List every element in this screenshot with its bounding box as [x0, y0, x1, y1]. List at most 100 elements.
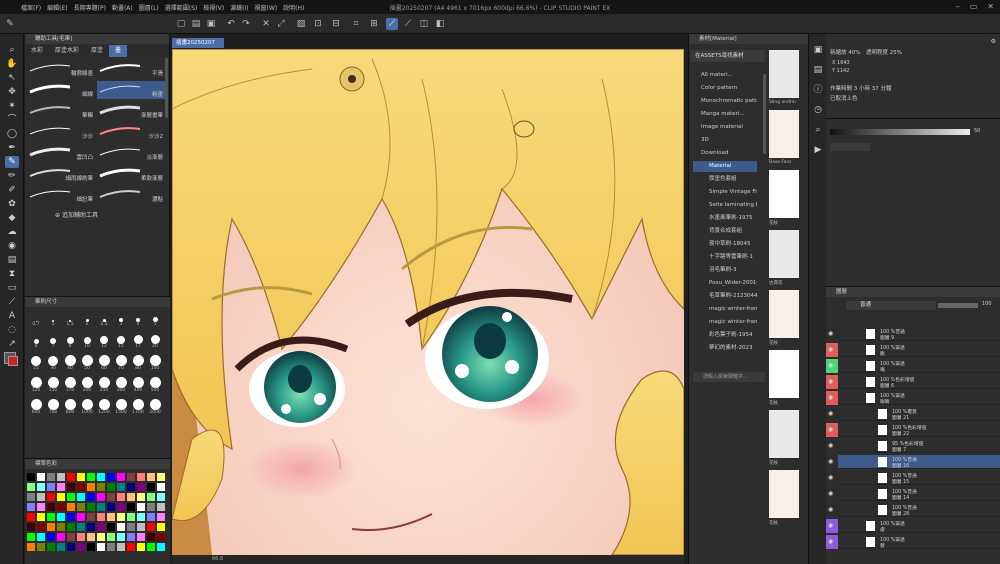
- color-swatch[interactable]: [117, 493, 125, 501]
- color-swatch[interactable]: [87, 543, 95, 551]
- brush-item[interactable]: 沙沙2: [97, 123, 165, 141]
- layer-row[interactable]: ◉ 100 %色彩增值 圖層 6: [826, 375, 1000, 389]
- color-swatch[interactable]: [157, 523, 165, 531]
- hand-icon[interactable]: ✋: [5, 58, 19, 70]
- material-tree-scrollbar[interactable]: [763, 74, 766, 154]
- brush-size-item[interactable]: 300: [113, 377, 129, 395]
- transform-icon[interactable]: ⤢: [275, 18, 287, 30]
- color-swatch[interactable]: [107, 473, 115, 481]
- color-swatch[interactable]: [47, 523, 55, 531]
- color-swatch[interactable]: [87, 503, 95, 511]
- color-swatch[interactable]: [127, 533, 135, 541]
- color-swatch[interactable]: [117, 523, 125, 531]
- brush-item[interactable]: 平滑: [97, 60, 165, 78]
- color-swatch[interactable]: [77, 513, 85, 521]
- brush-size-item[interactable]: 60: [96, 355, 112, 373]
- color-swatch[interactable]: [57, 503, 65, 511]
- text-icon[interactable]: A: [5, 310, 19, 322]
- material-tree-item[interactable]: magic winter-frame2: [693, 317, 757, 328]
- material-tree-item[interactable]: All materi...: [693, 70, 757, 81]
- color-swatch[interactable]: [87, 523, 95, 531]
- layer-row[interactable]: ◉ 100 %普通 圖層 28: [826, 503, 1000, 517]
- brush-size-item[interactable]: 70: [113, 355, 129, 373]
- color-swatch[interactable]: [97, 473, 105, 481]
- navigator-icon[interactable]: ▣: [811, 44, 825, 56]
- color-swatch[interactable]: [47, 533, 55, 541]
- color-swatch[interactable]: [57, 483, 65, 491]
- figure-icon[interactable]: ⧗: [5, 268, 19, 280]
- color-swatch[interactable]: [37, 493, 45, 501]
- color-swatch[interactable]: [157, 543, 165, 551]
- eye-icon[interactable]: ◉: [828, 490, 833, 497]
- layer-row[interactable]: ◉ 100 %穿透臉: [826, 343, 1000, 357]
- layer-row[interactable]: ◉ 100 %穿透嘴: [826, 359, 1000, 373]
- color-swatch[interactable]: [117, 503, 125, 511]
- color-swatch[interactable]: [47, 503, 55, 511]
- brush-size-item[interactable]: 50: [79, 355, 95, 373]
- color-swatch[interactable]: [97, 503, 105, 511]
- color-swatch[interactable]: [67, 483, 75, 491]
- color-swatch[interactable]: [147, 543, 155, 551]
- color-swatch[interactable]: [47, 473, 55, 481]
- sub-view-icon[interactable]: ▤: [811, 64, 825, 76]
- record-icon[interactable]: ◧: [434, 18, 446, 30]
- material-tree-item[interactable]: 水墨風筆刷-1975: [693, 213, 757, 224]
- menu-item[interactable]: 濾鏡(I): [227, 3, 251, 12]
- app-icon[interactable]: ✎: [4, 18, 16, 30]
- material-search-input[interactable]: 請輸入檢索關鍵字...: [693, 372, 765, 382]
- color-swatch[interactable]: [27, 533, 35, 541]
- eye-icon[interactable]: ◉: [828, 442, 833, 449]
- tab-thick[interactable]: 厚塗: [85, 45, 109, 57]
- color-swatch[interactable]: [127, 483, 135, 491]
- color-swatch[interactable]: [157, 483, 165, 491]
- add-sub-tool-button[interactable]: ⊕ 追加輔助工具: [55, 210, 98, 219]
- brush-size-item[interactable]: 1200: [96, 399, 112, 417]
- color-swatch[interactable]: [147, 473, 155, 481]
- brush-item[interactable]: 濃點: [97, 186, 165, 204]
- layer-row[interactable]: ◉ 100 %普通 圖層 9: [826, 327, 1000, 341]
- maximize-icon[interactable]: ▭: [970, 2, 978, 11]
- brush-item[interactable]: 細線: [27, 81, 95, 99]
- color-swatch[interactable]: [97, 543, 105, 551]
- color-swatch[interactable]: [147, 493, 155, 501]
- material-tree-item[interactable]: 彩色葉子刷-1954: [693, 330, 757, 341]
- color-swatch[interactable]: [117, 513, 125, 521]
- color-swatch[interactable]: [127, 493, 135, 501]
- color-swatch[interactable]: [47, 513, 55, 521]
- brush-size-item[interactable]: 40: [62, 355, 78, 373]
- brush-size-item[interactable]: 5: [147, 311, 163, 329]
- brush-size-item[interactable]: 2.5: [96, 311, 112, 329]
- layer-row[interactable]: ◉ 100 %色彩增值 圖層 22: [826, 423, 1000, 437]
- opacity-slider[interactable]: [830, 129, 970, 135]
- color-swatch[interactable]: [37, 513, 45, 521]
- color-swatch[interactable]: [117, 473, 125, 481]
- eye-icon[interactable]: ◉: [828, 378, 833, 385]
- color-swatch[interactable]: [137, 503, 145, 511]
- layer-row[interactable]: ◉ 100 %穿透髮: [826, 535, 1000, 549]
- close-icon[interactable]: ✕: [987, 2, 994, 11]
- color-swatch[interactable]: [37, 483, 45, 491]
- material-tree-item[interactable]: 毛草筆刷-2123044: [693, 291, 757, 302]
- color-swatch[interactable]: [87, 493, 95, 501]
- color-swatch[interactable]: [127, 543, 135, 551]
- brush-size-item[interactable]: 7: [45, 333, 61, 351]
- color-swatch[interactable]: [57, 513, 65, 521]
- menu-item[interactable]: 檔案(F): [18, 3, 44, 12]
- color-swatch[interactable]: [77, 543, 85, 551]
- material-tree-item[interactable]: Color pattern: [693, 83, 757, 94]
- eye-icon[interactable]: ◉: [828, 458, 833, 465]
- brush-item[interactable]: 輪廓線墨: [27, 60, 95, 78]
- color-swatch[interactable]: [57, 533, 65, 541]
- brush-size-item[interactable]: 500: [147, 377, 163, 395]
- color-swatch[interactable]: [147, 513, 155, 521]
- menu-item[interactable]: 動畫(A): [109, 3, 136, 12]
- brush-size-item[interactable]: 20: [147, 333, 163, 351]
- color-swatch[interactable]: [117, 543, 125, 551]
- color-swatch[interactable]: [107, 483, 115, 491]
- material-thumbnail[interactable]: [769, 110, 799, 158]
- material-tree-item[interactable]: Poxu_Wider-20016: [693, 278, 757, 289]
- color-swatch[interactable]: [27, 493, 35, 501]
- material-thumbnail[interactable]: [769, 470, 799, 518]
- brush-size-item[interactable]: 10: [79, 333, 95, 351]
- color-swatch[interactable]: [57, 543, 65, 551]
